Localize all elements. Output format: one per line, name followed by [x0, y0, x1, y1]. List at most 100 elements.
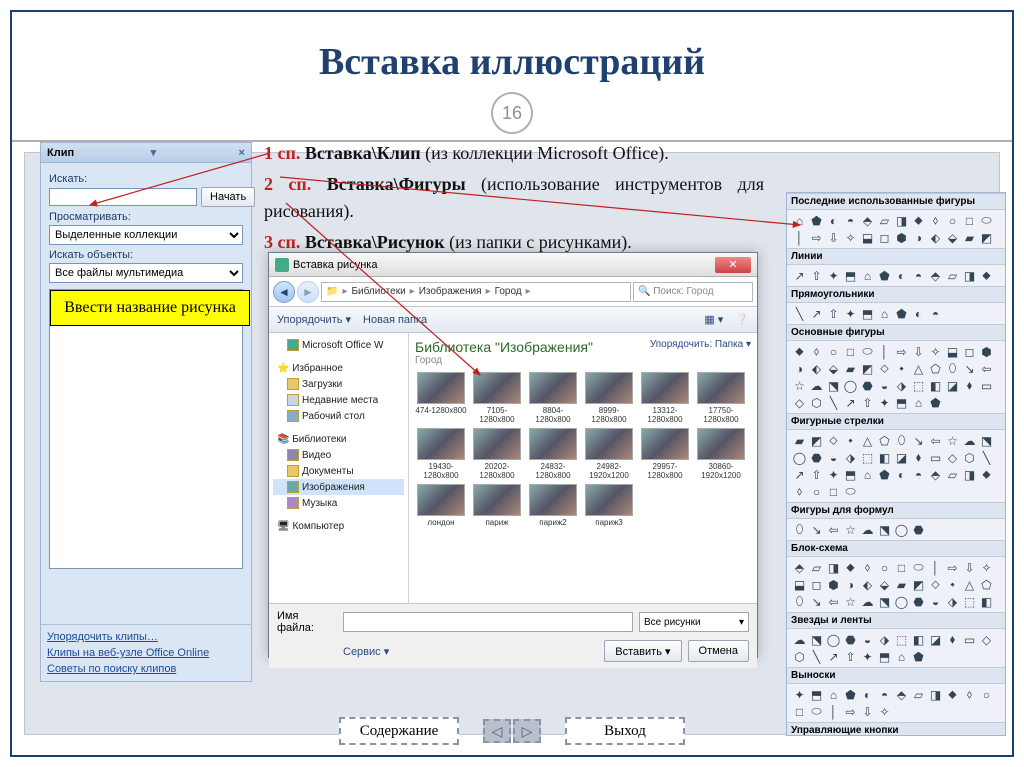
- tree-downloads[interactable]: Загрузки: [273, 376, 404, 392]
- shape-item[interactable]: ◇: [945, 450, 960, 465]
- thumbnail[interactable]: 7105-1280x800: [471, 372, 523, 424]
- shape-item[interactable]: │: [792, 230, 807, 245]
- shape-item[interactable]: ◨: [928, 687, 943, 702]
- shape-item[interactable]: ◓: [877, 687, 892, 702]
- shape-item[interactable]: ⬨: [792, 484, 807, 499]
- shape-item[interactable]: ◒: [877, 378, 892, 393]
- shape-item[interactable]: ⬠: [928, 361, 943, 376]
- shape-item[interactable]: ✦: [843, 306, 858, 321]
- shape-item[interactable]: ⬗: [843, 450, 858, 465]
- organize-menu[interactable]: Упорядочить ▾: [277, 313, 351, 326]
- shape-item[interactable]: ↗: [792, 467, 807, 482]
- shape-item[interactable]: ○: [826, 344, 841, 359]
- shape-item[interactable]: ⬚: [962, 594, 977, 609]
- shape-item[interactable]: ⬢: [826, 577, 841, 592]
- shape-item[interactable]: ⌂: [860, 467, 875, 482]
- shape-item[interactable]: ▱: [911, 687, 926, 702]
- shape-item[interactable]: ⬗: [877, 632, 892, 647]
- shape-item[interactable]: ⬚: [860, 450, 875, 465]
- shape-item[interactable]: ⬡: [809, 395, 824, 410]
- shape-item[interactable]: ◒: [860, 632, 875, 647]
- shape-item[interactable]: ▭: [928, 450, 943, 465]
- shape-item[interactable]: ⬔: [826, 378, 841, 393]
- shape-item[interactable]: ☁: [809, 378, 824, 393]
- shape-item[interactable]: △: [962, 577, 977, 592]
- shape-item[interactable]: ⇨: [894, 344, 909, 359]
- shape-item[interactable]: ◑: [792, 361, 807, 376]
- shape-item[interactable]: ☁: [792, 632, 807, 647]
- shape-item[interactable]: ⌂: [877, 306, 892, 321]
- shape-item[interactable]: ☆: [792, 378, 807, 393]
- shape-item[interactable]: ⇩: [826, 230, 841, 245]
- shape-item[interactable]: ⬨: [860, 560, 875, 575]
- shape-item[interactable]: ⬥: [792, 344, 807, 359]
- shape-item[interactable]: ◧: [911, 632, 926, 647]
- shape-item[interactable]: ⇩: [860, 704, 875, 719]
- filetype-select[interactable]: Все рисунки▾: [639, 612, 749, 632]
- shape-item[interactable]: ⌂: [894, 649, 909, 664]
- forward-button[interactable]: ►: [297, 281, 319, 303]
- shape-item[interactable]: ⬥: [979, 268, 994, 283]
- shape-item[interactable]: ◪: [894, 450, 909, 465]
- shape-item[interactable]: ⇧: [809, 467, 824, 482]
- shape-item[interactable]: ✧: [928, 344, 943, 359]
- shape-item[interactable]: ⬙: [826, 361, 841, 376]
- shape-item[interactable]: ⬣: [860, 378, 875, 393]
- shape-item[interactable]: ⬘: [928, 467, 943, 482]
- shape-item[interactable]: ◑: [843, 577, 858, 592]
- shape-item[interactable]: ⬒: [894, 395, 909, 410]
- shape-item[interactable]: ╲: [792, 306, 807, 321]
- filename-input[interactable]: [343, 612, 633, 632]
- thumbnail[interactable]: 19430-1280x800: [415, 428, 467, 480]
- shape-item[interactable]: ↘: [962, 361, 977, 376]
- thumbnail[interactable]: париж2: [527, 484, 579, 527]
- shape-item[interactable]: ⬔: [877, 522, 892, 537]
- thumbnail[interactable]: 13312-1280x800: [639, 372, 691, 424]
- help-icon[interactable]: ❔: [735, 313, 749, 326]
- office-online-link[interactable]: Клипы на веб-узле Office Online: [47, 645, 245, 661]
- shape-item[interactable]: ▭: [979, 378, 994, 393]
- shape-item[interactable]: □: [894, 560, 909, 575]
- shape-item[interactable]: ⬨: [809, 344, 824, 359]
- shape-item[interactable]: ⬥: [979, 467, 994, 482]
- shape-item[interactable]: ⬙: [877, 577, 892, 592]
- shape-item[interactable]: ⬩: [945, 577, 960, 592]
- shape-item[interactable]: ◩: [809, 433, 824, 448]
- scope-select[interactable]: Выделенные коллекции: [49, 225, 243, 245]
- shape-item[interactable]: ◩: [860, 361, 875, 376]
- shape-item[interactable]: ◻: [809, 577, 824, 592]
- shape-item[interactable]: ▰: [843, 361, 858, 376]
- shape-item[interactable]: ◪: [945, 378, 960, 393]
- thumbnail[interactable]: 24832-1280x800: [527, 428, 579, 480]
- shape-item[interactable]: ↘: [809, 522, 824, 537]
- shape-item[interactable]: ↘: [809, 594, 824, 609]
- prev-slide-button[interactable]: ◁: [483, 719, 511, 743]
- shape-item[interactable]: ⬔: [979, 433, 994, 448]
- breadcrumb[interactable]: 📁 ▸ Библиотеки▸ Изображения▸ Город▸: [321, 282, 631, 302]
- shape-item[interactable]: ◓: [911, 467, 926, 482]
- shape-item[interactable]: ╲: [809, 649, 824, 664]
- thumbnail[interactable]: 29957-1280x800: [639, 428, 691, 480]
- shape-item[interactable]: ⬒: [843, 467, 858, 482]
- shape-item[interactable]: ⬓: [945, 344, 960, 359]
- shape-item[interactable]: ☆: [843, 594, 858, 609]
- shape-item[interactable]: ⬒: [809, 687, 824, 702]
- shape-item[interactable]: ↘: [911, 433, 926, 448]
- shape-item[interactable]: ╲: [979, 450, 994, 465]
- shape-item[interactable]: ◯: [843, 378, 858, 393]
- shape-item[interactable]: ◪: [928, 632, 943, 647]
- shape-item[interactable]: ⬒: [877, 649, 892, 664]
- search-input[interactable]: [49, 188, 197, 206]
- shape-item[interactable]: ☁: [962, 433, 977, 448]
- shape-item[interactable]: ✦: [826, 268, 841, 283]
- shape-item[interactable]: ⬥: [945, 687, 960, 702]
- shape-item[interactable]: ⬭: [911, 560, 926, 575]
- shape-item[interactable]: ☁: [860, 594, 875, 609]
- thumbnail[interactable]: 474-1280x800: [415, 372, 467, 424]
- thumbnail[interactable]: 17750-1280x800: [695, 372, 747, 424]
- shape-item[interactable]: ✦: [826, 467, 841, 482]
- shape-item[interactable]: ◓: [843, 213, 858, 228]
- shape-item[interactable]: △: [860, 433, 875, 448]
- shape-item[interactable]: ⬢: [979, 344, 994, 359]
- shape-item[interactable]: ◨: [826, 560, 841, 575]
